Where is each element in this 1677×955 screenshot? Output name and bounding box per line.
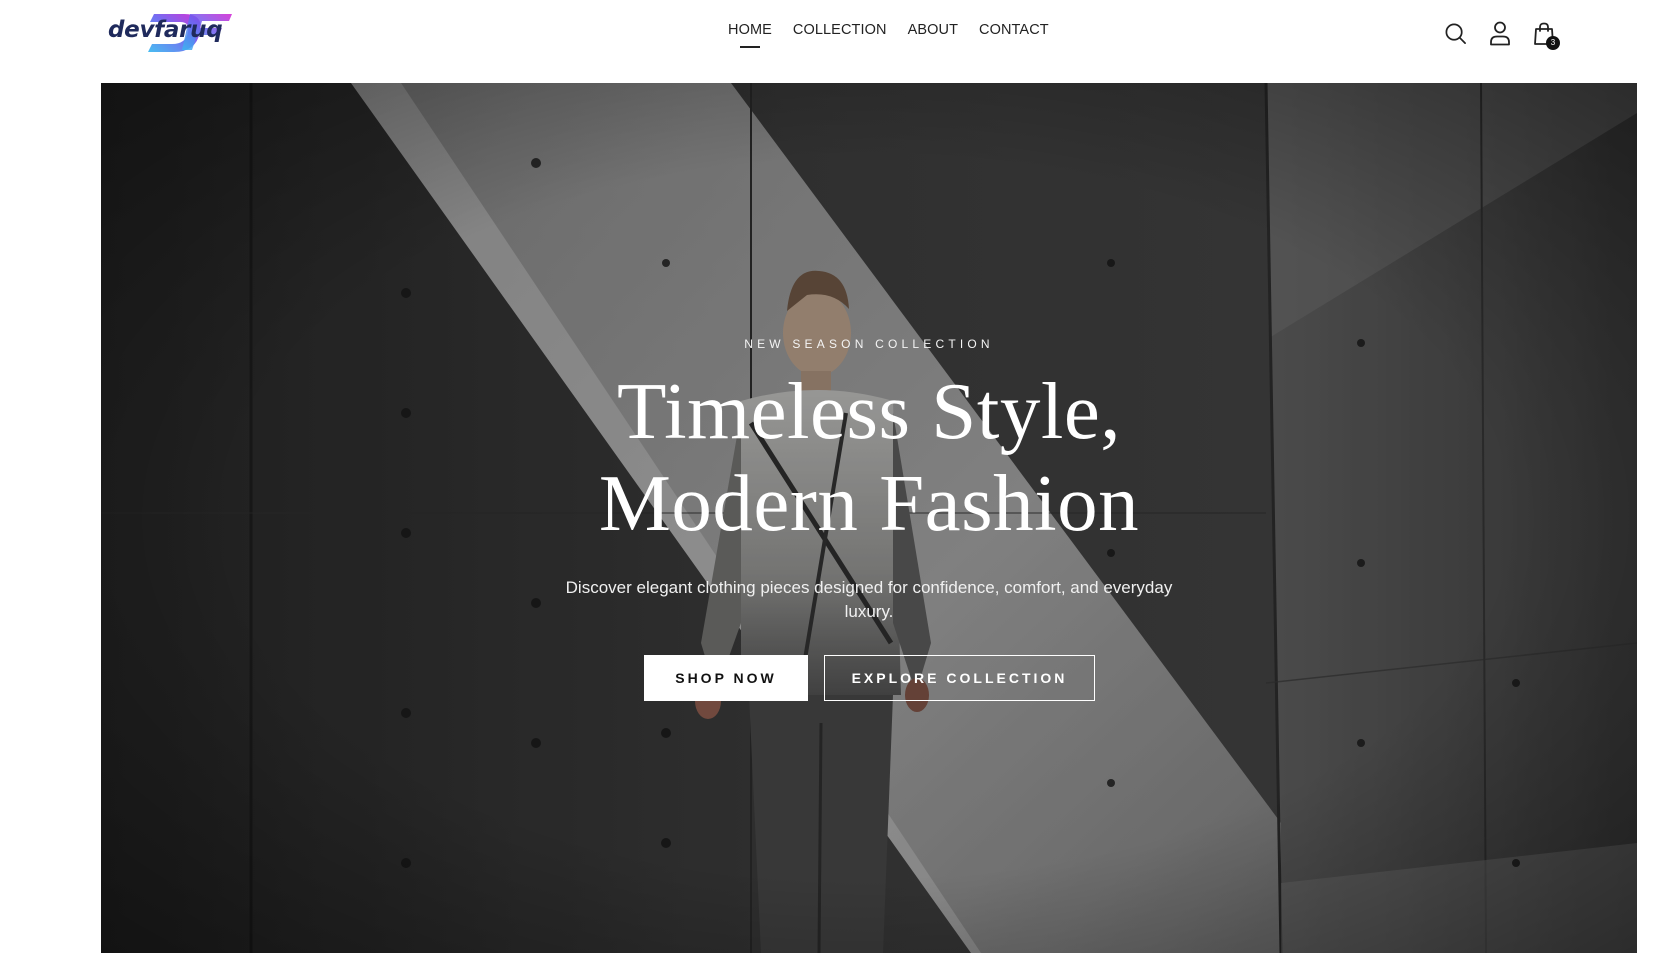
search-icon	[1445, 23, 1466, 44]
hero-eyebrow: NEW SEASON COLLECTION	[744, 337, 994, 351]
nav-about[interactable]: ABOUT	[908, 22, 958, 38]
hero-title-line-2: Modern Fashion	[598, 458, 1140, 548]
nav-collection[interactable]: COLLECTION	[793, 22, 887, 38]
shop-now-button[interactable]: SHOP NOW	[644, 655, 808, 701]
cart-button[interactable]: 3	[1530, 20, 1560, 50]
user-icon	[1489, 21, 1510, 46]
hero-title-line-1: Timeless Style,	[616, 366, 1122, 456]
search-button[interactable]	[1442, 20, 1469, 47]
logo-text: devfaruq	[108, 17, 223, 43]
hero-title: Timeless Style, Modern Fashion	[101, 365, 1637, 549]
nav-home[interactable]: HOME	[728, 22, 772, 48]
cart-count-badge: 3	[1546, 36, 1560, 50]
hero-content: NEW SEASON COLLECTION Timeless Style, Mo…	[101, 83, 1637, 953]
brand-logo[interactable]: devfaruq	[108, 10, 232, 56]
header-icons: 3	[1442, 20, 1560, 50]
hero-banner: NEW SEASON COLLECTION Timeless Style, Mo…	[101, 83, 1637, 953]
explore-collection-button[interactable]: EXPLORE COLLECTION	[824, 655, 1095, 701]
hero-subtitle: Discover elegant clothing pieces designe…	[565, 578, 1173, 621]
account-button[interactable]	[1486, 20, 1513, 47]
hero-actions: SHOP NOW EXPLORE COLLECTION	[644, 655, 1095, 701]
site-header: devfaruq HOME COLLECTION ABOUT CONTACT 3	[0, 0, 1677, 83]
main-nav: HOME COLLECTION ABOUT CONTACT	[728, 22, 1049, 48]
nav-contact[interactable]: CONTACT	[979, 22, 1049, 38]
